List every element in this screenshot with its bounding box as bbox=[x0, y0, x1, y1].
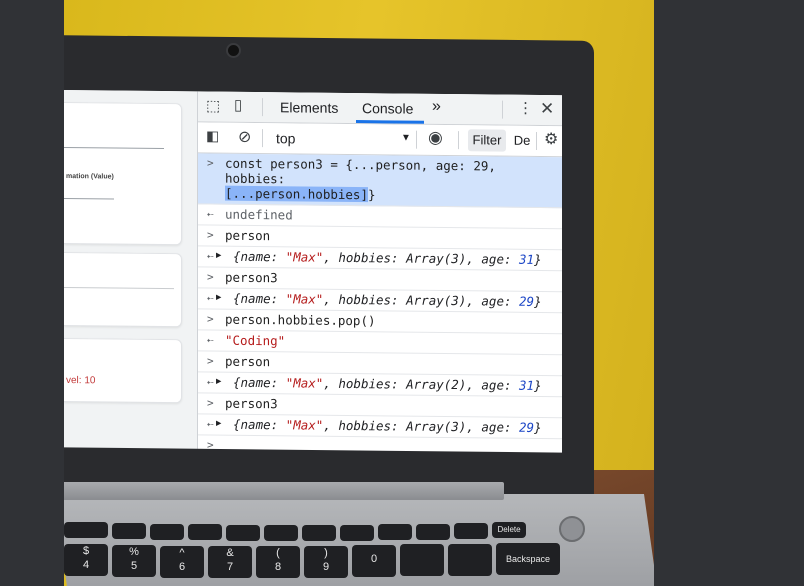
tab-console[interactable]: Console bbox=[362, 100, 413, 117]
fn-key[interactable] bbox=[264, 525, 298, 541]
fn-key[interactable] bbox=[454, 523, 488, 539]
output-arrow-icon: ⇠ bbox=[207, 207, 214, 221]
expand-triangle-icon[interactable]: ▶ bbox=[216, 377, 221, 387]
console-code: const person3 = {...person, age: 29, hob… bbox=[225, 155, 504, 187]
input-prompt-icon: > bbox=[207, 270, 214, 284]
tab-elements[interactable]: Elements bbox=[280, 99, 338, 116]
input-prompt-icon: > bbox=[207, 312, 214, 326]
kebab-menu-icon[interactable]: ⋮ bbox=[518, 99, 533, 117]
output-arrow-icon: ⇠ bbox=[207, 417, 214, 431]
close-icon[interactable]: ✕ bbox=[540, 99, 554, 119]
expand-triangle-icon[interactable]: ▶ bbox=[216, 419, 221, 429]
output-arrow-icon: ⇠ bbox=[207, 375, 214, 389]
fn-key[interactable] bbox=[378, 524, 412, 540]
web-page: mation (Value) vel: 10 bbox=[64, 90, 198, 452]
fn-key[interactable] bbox=[302, 525, 336, 541]
fn-key[interactable] bbox=[64, 522, 108, 538]
input-prompt-icon: > bbox=[207, 354, 214, 368]
console-code: person.hobbies.pop() bbox=[225, 311, 376, 329]
number-key[interactable]: 0 bbox=[352, 545, 396, 577]
return-value: undefined bbox=[225, 206, 293, 223]
webcam-icon bbox=[226, 43, 241, 58]
laptop-photo: mation (Value) vel: 10 ⬚ ▯ Elements Cons… bbox=[64, 0, 654, 586]
number-key[interactable]: $4 bbox=[64, 544, 108, 576]
fn-key[interactable] bbox=[226, 525, 260, 541]
fn-key[interactable] bbox=[416, 524, 450, 540]
inspect-element-icon[interactable]: ⬚ bbox=[206, 96, 220, 114]
chevron-down-icon[interactable]: ▼ bbox=[401, 133, 411, 144]
backspace-key[interactable]: Backspace bbox=[496, 543, 560, 575]
input-prompt-icon: > bbox=[207, 228, 214, 242]
device-toolbar-icon[interactable]: ▯ bbox=[234, 96, 242, 114]
return-value: "Coding" bbox=[225, 332, 286, 349]
laptop-screen: mation (Value) vel: 10 ⬚ ▯ Elements Cons… bbox=[64, 90, 562, 456]
number-key[interactable]: ^ 6 bbox=[160, 546, 204, 578]
console-code: person3 bbox=[225, 395, 278, 412]
minus-key[interactable] bbox=[400, 544, 444, 576]
delete-key[interactable]: Delete bbox=[492, 522, 526, 538]
expand-triangle-icon[interactable]: ▶ bbox=[216, 293, 221, 303]
fn-key[interactable] bbox=[340, 525, 374, 541]
sidebar-toggle-icon[interactable]: ◧ bbox=[206, 127, 219, 144]
console-code: person bbox=[225, 353, 271, 370]
more-tabs-button[interactable]: » bbox=[432, 98, 441, 116]
gear-icon[interactable]: ⚙ bbox=[544, 129, 558, 149]
status-card: vel: 10 bbox=[64, 338, 182, 404]
console-input-row: > const person3 = {...person, age: 29, h… bbox=[198, 153, 562, 209]
console-code: person bbox=[225, 227, 271, 244]
output-arrow-icon: ⇠ bbox=[207, 291, 214, 305]
number-key[interactable]: (8 bbox=[256, 546, 300, 578]
expand-triangle-icon[interactable]: ▶ bbox=[216, 251, 221, 261]
number-key[interactable]: ) 9 bbox=[304, 546, 348, 578]
output-arrow-icon: ⇠ bbox=[207, 249, 214, 263]
clear-console-icon[interactable]: ⊘ bbox=[238, 127, 251, 147]
field-label: mation (Value) bbox=[66, 173, 114, 181]
filter-input[interactable]: Filter bbox=[468, 129, 506, 152]
devtools-tabbar: ⬚ ▯ Elements Console » ⋮ ✕ bbox=[198, 91, 562, 127]
console-code: person3 bbox=[225, 269, 278, 286]
console-toolbar: ◧ ⊘ top ▼ ◉ Filter De ⚙ bbox=[198, 122, 562, 158]
selected-text: [...person.hobbies] bbox=[225, 185, 368, 203]
plus-key[interactable] bbox=[448, 544, 492, 576]
console-output: > const person3 = {...person, age: 29, h… bbox=[198, 153, 562, 455]
fn-key[interactable] bbox=[188, 524, 222, 540]
keyboard: Delete $4 % 5 ^ 6 & 7 (8 ) 9 0 Backspace bbox=[64, 518, 584, 586]
input-prompt-icon: > bbox=[207, 396, 214, 410]
number-key[interactable]: & 7 bbox=[208, 546, 252, 578]
context-selector[interactable]: top bbox=[276, 130, 295, 146]
devtools-panel: ⬚ ▯ Elements Console » ⋮ ✕ ◧ ⊘ top ▼ ◉ F… bbox=[198, 91, 562, 456]
log-levels-button[interactable]: De bbox=[510, 130, 534, 152]
eye-icon[interactable]: ◉ bbox=[428, 128, 443, 148]
form-card: mation (Value) bbox=[64, 102, 182, 246]
fn-key[interactable] bbox=[150, 524, 184, 540]
laptop-hinge bbox=[64, 482, 504, 500]
fn-key[interactable] bbox=[112, 523, 146, 539]
output-arrow-icon: ⇠ bbox=[207, 333, 214, 347]
number-key[interactable]: % 5 bbox=[112, 545, 156, 577]
status-text: vel: 10 bbox=[66, 375, 96, 387]
input-prompt-icon: > bbox=[207, 156, 214, 170]
card bbox=[64, 252, 182, 328]
